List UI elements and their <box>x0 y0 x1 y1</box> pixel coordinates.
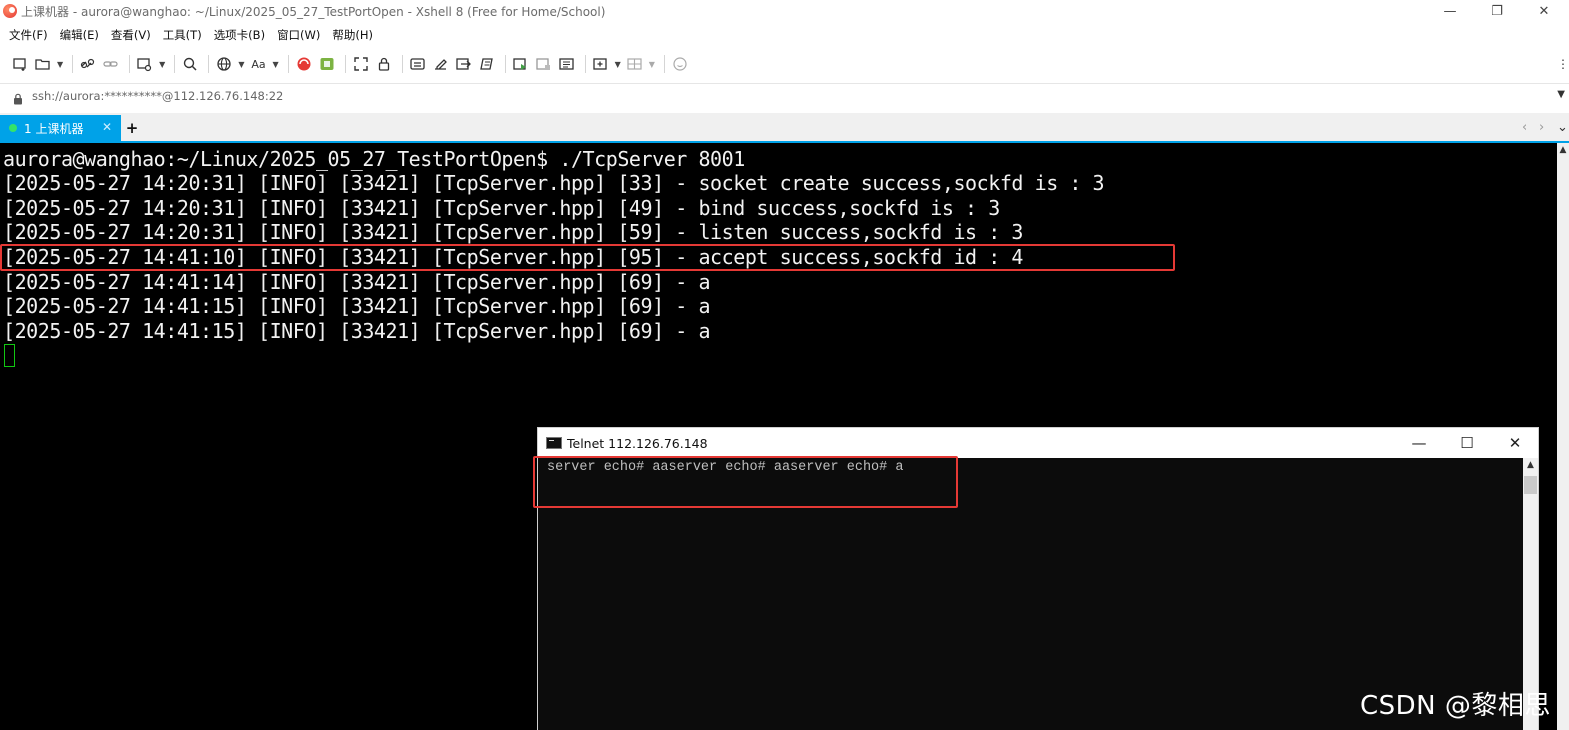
lock-icon <box>13 90 23 104</box>
toolbar-divider <box>174 55 176 73</box>
connected-status-icon <box>9 124 17 132</box>
menu-window[interactable]: 窗口(W) <box>277 27 320 43</box>
toolbar-divider <box>504 55 506 73</box>
font-icon[interactable]: Aa <box>248 53 268 75</box>
menu-tools[interactable]: 工具(T) <box>163 27 202 43</box>
toolbar-overflow-icon[interactable]: ⋮ <box>1557 49 1569 79</box>
menu-file[interactable]: 文件(F) <box>9 27 48 43</box>
address-dropdown-icon[interactable]: ▼ <box>1557 89 1565 100</box>
menu-bar: 文件(F) 编辑(E) 查看(V) 工具(T) 选项卡(B) 窗口(W) 帮助(… <box>0 22 1569 48</box>
window-title: 上课机器 - aurora@wanghao: ~/Linux/2025_05_2… <box>21 4 606 19</box>
xshell-logo-icon[interactable] <box>294 53 314 75</box>
telnet-title: Telnet 112.126.76.148 <box>567 435 708 451</box>
script-icon[interactable] <box>477 53 497 75</box>
toolbar-divider <box>287 55 289 73</box>
layout-icon[interactable] <box>625 53 645 75</box>
terminal-line: [2025-05-27 14:20:31] [INFO] [33421] [Tc… <box>3 171 1105 195</box>
tab-menu-icon[interactable]: ⌄ <box>1557 120 1568 135</box>
title-bar: 上课机器 - aurora@wanghao: ~/Linux/2025_05_2… <box>0 0 1569 22</box>
xshell-app-icon <box>3 4 17 18</box>
telnet-title-bar: Telnet 112.126.76.148 — ☐ ✕ <box>538 428 1538 458</box>
lock-icon[interactable] <box>374 53 394 75</box>
chevron-down-icon[interactable]: ▼ <box>649 60 655 69</box>
chat-icon[interactable] <box>670 53 690 75</box>
new-session-icon[interactable] <box>10 53 30 75</box>
toolbar-divider <box>584 55 586 73</box>
stop-script-icon[interactable] <box>534 53 554 75</box>
terminal-line: [2025-05-27 14:20:31] [INFO] [33421] [Tc… <box>3 220 1024 244</box>
menu-view[interactable]: 查看(V) <box>111 27 151 43</box>
scroll-thumb[interactable] <box>1524 476 1537 494</box>
terminal-line: [2025-05-27 14:20:31] [INFO] [33421] [Tc… <box>3 196 1000 220</box>
chevron-down-icon[interactable]: ▼ <box>272 60 278 69</box>
close-button[interactable]: ✕ <box>1521 0 1567 22</box>
echo-output-highlight <box>533 456 958 508</box>
address-bar: ssh://aurora:**********@112.126.76.148:2… <box>0 83 1569 107</box>
restore-button[interactable]: ❐ <box>1474 0 1520 22</box>
toolbar-divider <box>344 55 346 73</box>
terminal-scrollbar[interactable]: ▲ <box>1557 143 1569 730</box>
new-tab-icon[interactable] <box>591 53 611 75</box>
terminal-line: [2025-05-27 14:41:15] [INFO] [33421] [Tc… <box>3 319 711 343</box>
terminal-line: [2025-05-27 14:41:14] [INFO] [33421] [Tc… <box>3 270 711 294</box>
tab-label: 1 上课机器 <box>24 121 84 136</box>
toolbar: ▼ ▼ ▼ Aa ▼ ▼ ▼ <box>0 49 1569 79</box>
tab-session[interactable]: 1 上课机器 ✕ <box>0 115 121 141</box>
tab-close-icon[interactable]: ✕ <box>102 120 112 134</box>
tab-bar: 1 上课机器 ✕ + ‹ › ⌄ <box>0 113 1569 141</box>
globe-icon[interactable] <box>214 53 234 75</box>
chevron-down-icon[interactable]: ▼ <box>238 60 244 69</box>
tab-prev-icon[interactable]: ‹ <box>1522 120 1527 135</box>
link-icon[interactable] <box>101 53 121 75</box>
telnet-maximize-button[interactable]: ☐ <box>1444 431 1490 455</box>
toolbar-divider <box>208 55 210 73</box>
disconnect-link-icon[interactable] <box>78 53 98 75</box>
csdn-watermark: CSDN @黎相思 <box>1360 691 1551 721</box>
scroll-up-icon[interactable]: ▲ <box>1557 145 1569 155</box>
compose-icon[interactable] <box>431 53 451 75</box>
address-url[interactable]: ssh://aurora:**********@112.126.76.148:2… <box>32 89 283 103</box>
toolbar-divider <box>72 55 74 73</box>
terminal-line: aurora@wanghao:~/Linux/2025_05_27_TestPo… <box>3 147 745 171</box>
minimize-button[interactable]: — <box>1427 0 1473 22</box>
scroll-up-icon[interactable]: ▲ <box>1523 460 1538 470</box>
keyboard-icon[interactable] <box>408 53 428 75</box>
send-file-icon[interactable] <box>454 53 474 75</box>
toolbar-divider <box>401 55 403 73</box>
menu-tabs[interactable]: 选项卡(B) <box>214 27 265 43</box>
terminal-line: [2025-05-27 14:41:15] [INFO] [33421] [Tc… <box>3 294 711 318</box>
accept-line-highlight <box>0 244 1175 271</box>
menu-edit[interactable]: 编辑(E) <box>60 27 99 43</box>
fullscreen-icon[interactable] <box>351 53 371 75</box>
console-icon <box>546 437 562 449</box>
search-icon[interactable] <box>180 53 200 75</box>
tab-next-icon[interactable]: › <box>1539 120 1544 135</box>
log-icon[interactable] <box>557 53 577 75</box>
terminal-cursor <box>4 344 15 367</box>
run-script-icon[interactable] <box>511 53 531 75</box>
chevron-down-icon[interactable]: ▼ <box>615 60 621 69</box>
toolbar-divider <box>663 55 665 73</box>
telnet-minimize-button[interactable]: — <box>1396 431 1442 455</box>
open-folder-icon[interactable] <box>33 53 53 75</box>
chevron-down-icon[interactable]: ▼ <box>57 60 63 69</box>
chevron-down-icon[interactable]: ▼ <box>159 60 165 69</box>
xftp-icon[interactable] <box>317 53 337 75</box>
add-tab-button[interactable]: + <box>125 119 139 137</box>
toolbar-divider <box>129 55 131 73</box>
menu-help[interactable]: 帮助(H) <box>332 27 373 43</box>
telnet-close-button[interactable]: ✕ <box>1492 431 1538 455</box>
properties-icon[interactable] <box>135 53 155 75</box>
